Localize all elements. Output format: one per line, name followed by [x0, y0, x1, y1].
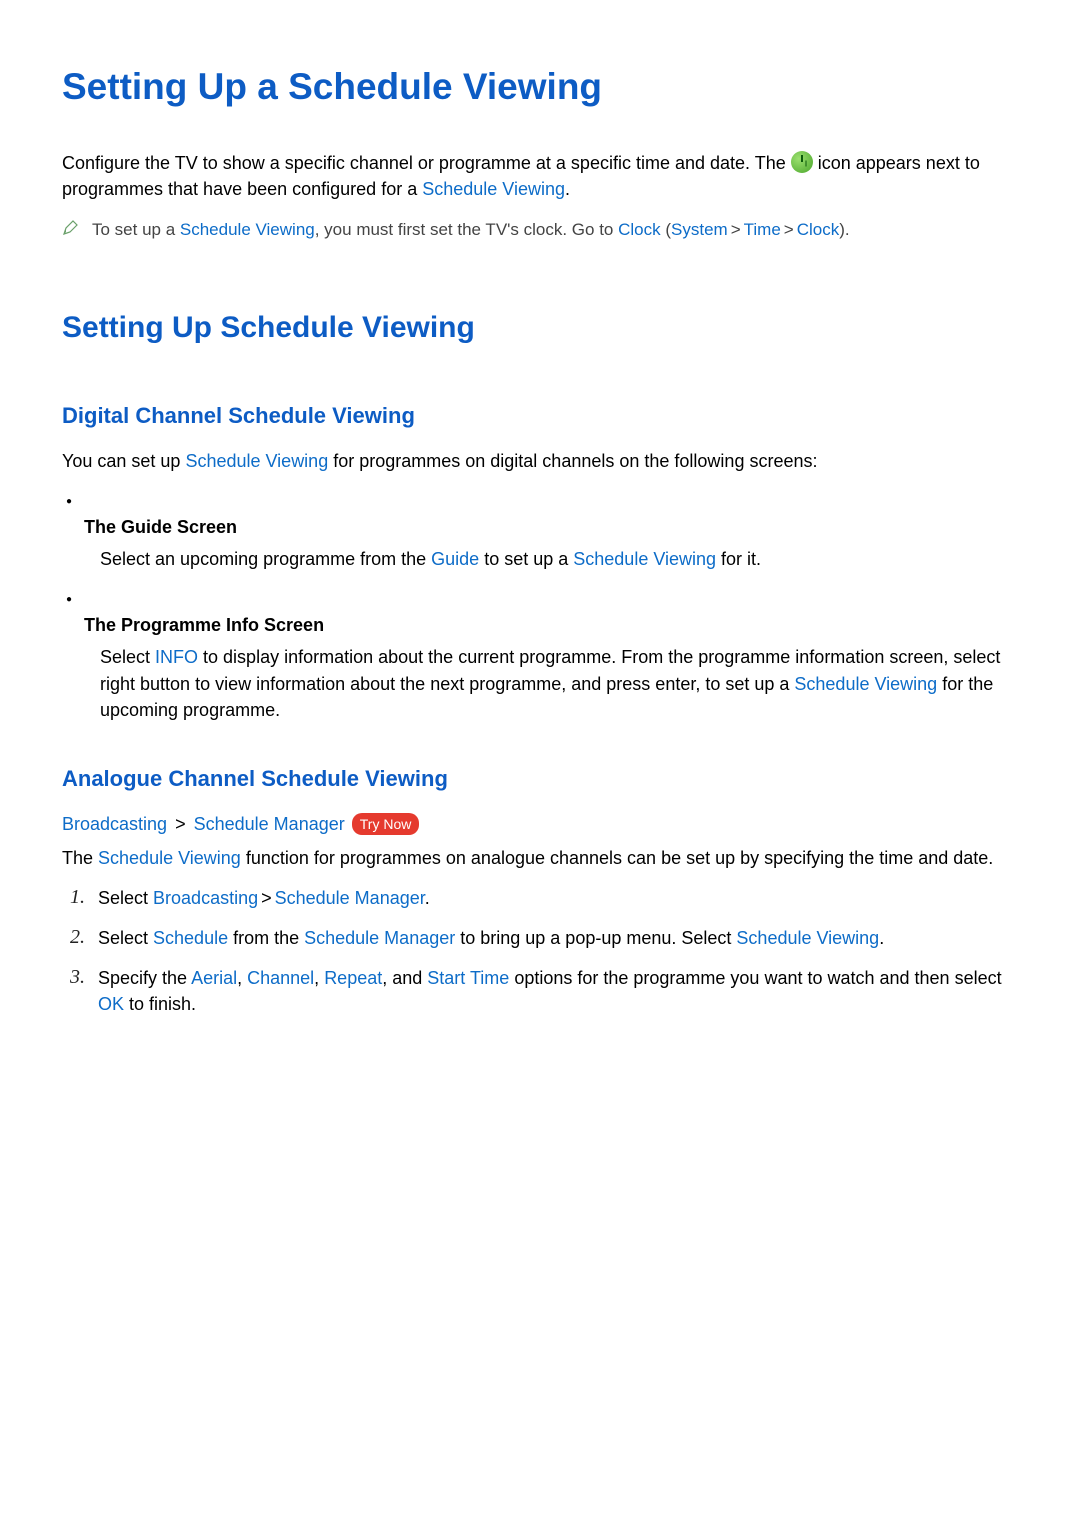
step-2: Select Schedule from the Schedule Manage…	[76, 925, 1018, 951]
info-term: INFO	[155, 647, 198, 667]
bullet-body: Select an upcoming programme from the Gu…	[84, 546, 1018, 572]
note-schedule-viewing: Schedule Viewing	[180, 220, 315, 239]
clock-icon	[791, 151, 813, 173]
s2-mid2: to bring up a pop-up menu. Select	[455, 928, 736, 948]
b1-pre: Select an upcoming programme from the	[100, 549, 431, 569]
note-clock-2: Clock	[797, 220, 840, 239]
b1-post: for it.	[716, 549, 761, 569]
s2-mid1: from the	[228, 928, 304, 948]
b1-sv: Schedule Viewing	[573, 549, 716, 569]
s2-post: .	[879, 928, 884, 948]
breadcrumb-sep: >	[258, 888, 275, 908]
note-pre: To set up a	[92, 220, 180, 239]
an-sv: Schedule Viewing	[98, 848, 241, 868]
note-clock-1: Clock	[618, 220, 661, 239]
breadcrumb-sep: >	[781, 220, 797, 239]
digital-intro-post: for programmes on digital channels on th…	[328, 451, 817, 471]
section-title: Setting Up Schedule Viewing	[62, 306, 1018, 350]
digital-sv: Schedule Viewing	[185, 451, 328, 471]
step-1: Select Broadcasting>Schedule Manager.	[76, 885, 1018, 911]
digital-bullets: The Guide Screen Select an upcoming prog…	[62, 488, 1018, 723]
intro-paragraph: Configure the TV to show a specific chan…	[62, 150, 1018, 202]
s1-broadcasting: Broadcasting	[153, 888, 258, 908]
note-time: Time	[744, 220, 781, 239]
s3-aerial: Aerial	[191, 968, 237, 988]
intro-text-pre: Configure the TV to show a specific chan…	[62, 153, 791, 173]
s1-post: .	[425, 888, 430, 908]
s3-channel: Channel	[247, 968, 314, 988]
analogue-intro: The Schedule Viewing function for progra…	[62, 845, 1018, 871]
s3-ok: OK	[98, 994, 124, 1014]
digital-intro-pre: You can set up	[62, 451, 185, 471]
b2-sv: Schedule Viewing	[794, 674, 937, 694]
s2-sm: Schedule Manager	[304, 928, 455, 948]
note-close: ).	[839, 220, 849, 239]
sep: ,	[237, 968, 247, 988]
bullet-guide-screen: The Guide Screen Select an upcoming prog…	[84, 488, 1018, 572]
an-post: function for programmes on analogue chan…	[241, 848, 993, 868]
an-pre: The	[62, 848, 98, 868]
note-mid: , you must first set the TV's clock. Go …	[315, 220, 618, 239]
bc-schedule-manager: Schedule Manager	[194, 814, 345, 834]
intro-period: .	[565, 179, 570, 199]
analogue-heading: Analogue Channel Schedule Viewing	[62, 763, 1018, 795]
s2-schedule: Schedule	[153, 928, 228, 948]
breadcrumb-sep: >	[172, 814, 189, 834]
note-text: To set up a Schedule Viewing, you must f…	[92, 218, 850, 243]
s1-pre: Select	[98, 888, 153, 908]
digital-heading: Digital Channel Schedule Viewing	[62, 400, 1018, 432]
bullet-programme-info: The Programme Info Screen Select INFO to…	[84, 586, 1018, 722]
bullet-title: The Guide Screen	[84, 514, 1018, 540]
s1-sm: Schedule Manager	[275, 888, 425, 908]
s3-repeat: Repeat	[324, 968, 382, 988]
analogue-breadcrumb: Broadcasting > Schedule Manager Try Now	[62, 811, 1018, 837]
pencil-icon	[62, 220, 78, 236]
schedule-viewing-term: Schedule Viewing	[422, 179, 565, 199]
analogue-steps: Select Broadcasting>Schedule Manager. Se…	[62, 885, 1018, 1017]
b1-mid: to set up a	[479, 549, 573, 569]
step-3: Specify the Aerial, Channel, Repeat, and…	[76, 965, 1018, 1017]
s2-sv: Schedule Viewing	[736, 928, 879, 948]
guide-term: Guide	[431, 549, 479, 569]
note-system: System	[671, 220, 728, 239]
b2-pre: Select	[100, 647, 155, 667]
note-open: (	[661, 220, 671, 239]
s3-mid: options for the programme you want to wa…	[509, 968, 1001, 988]
bullet-body: Select INFO to display information about…	[84, 644, 1018, 722]
s3-and: , and	[382, 968, 427, 988]
s2-pre: Select	[98, 928, 153, 948]
bc-broadcasting: Broadcasting	[62, 814, 167, 834]
s3-post: to finish.	[124, 994, 196, 1014]
page-title: Setting Up a Schedule Viewing	[62, 60, 1018, 114]
sep: ,	[314, 968, 324, 988]
breadcrumb-sep: >	[728, 220, 744, 239]
try-now-badge[interactable]: Try Now	[352, 813, 420, 835]
digital-intro: You can set up Schedule Viewing for prog…	[62, 448, 1018, 474]
s3-start: Start Time	[427, 968, 509, 988]
s3-pre: Specify the	[98, 968, 191, 988]
note-row: To set up a Schedule Viewing, you must f…	[62, 218, 1018, 243]
bullet-title: The Programme Info Screen	[84, 612, 1018, 638]
